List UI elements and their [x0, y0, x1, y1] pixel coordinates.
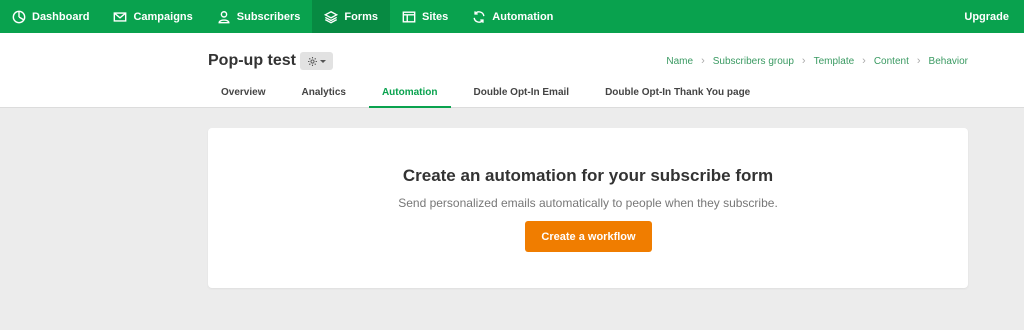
nav-automation[interactable]: Automation	[460, 0, 565, 33]
chevron-right-icon: ›	[801, 55, 806, 67]
nav-sites[interactable]: Sites	[390, 0, 460, 33]
envelope-icon	[114, 11, 127, 22]
nav-dashboard[interactable]: Dashboard	[0, 0, 101, 33]
breadcrumb-template[interactable]: Template	[814, 56, 855, 67]
browser-icon	[402, 10, 416, 23]
chevron-down-icon	[320, 59, 326, 63]
tab-automation[interactable]: Automation	[368, 78, 451, 108]
tab-analytics[interactable]: Analytics	[288, 78, 358, 108]
page-header: Pop-up test Name › Subscribers group › T…	[0, 33, 1024, 108]
dashboard-icon	[12, 10, 26, 23]
nav-label: Campaigns	[133, 10, 193, 23]
page-title: Pop-up test	[208, 52, 296, 69]
nav-label: Dashboard	[32, 10, 90, 23]
tab-double-opt-in-thank-you-page[interactable]: Double Opt-In Thank You page	[592, 78, 763, 108]
nav-campaigns[interactable]: Campaigns	[101, 0, 204, 33]
settings-dropdown-button[interactable]	[300, 52, 333, 70]
tab-double-opt-in-email[interactable]: Double Opt-In Email	[461, 78, 583, 108]
nav-label: Forms	[344, 10, 378, 23]
chevron-right-icon: ›	[862, 55, 866, 67]
empty-state-description: Send personalized emails automatically t…	[398, 196, 778, 210]
chevron-right-icon: ›	[701, 55, 705, 67]
empty-state-title: Create an automation for your subscribe …	[402, 166, 774, 185]
gear-icon	[308, 56, 317, 66]
automation-empty-state-card: Create an automation for your subscribe …	[208, 128, 968, 288]
chevron-right-icon: ›	[916, 55, 921, 67]
top-navigation: Dashboard Campaigns Subscribers Forms Si…	[0, 0, 1024, 33]
tab-overview[interactable]: Overview	[208, 78, 278, 108]
breadcrumb-name[interactable]: Name	[666, 56, 693, 67]
tab-bar: Overview Analytics Automation Double Opt…	[208, 78, 773, 108]
create-workflow-button[interactable]: Create a workflow	[525, 221, 652, 252]
breadcrumb-content[interactable]: Content	[874, 56, 909, 67]
refresh-icon	[473, 10, 485, 23]
breadcrumb-behavior[interactable]: Behavior	[929, 56, 968, 67]
breadcrumb: Name › Subscribers group › Template › Co…	[666, 55, 968, 67]
user-icon	[218, 10, 230, 23]
nav-label: Subscribers	[236, 10, 301, 23]
breadcrumb-subscribers-group[interactable]: Subscribers group	[713, 56, 794, 67]
nav-forms[interactable]: Forms	[312, 0, 390, 33]
layers-icon	[324, 10, 339, 23]
upgrade-link[interactable]: Upgrade	[964, 0, 1009, 33]
nav-subscribers[interactable]: Subscribers	[205, 0, 313, 33]
nav-label: Automation	[492, 10, 554, 23]
nav-label: Sites	[421, 10, 449, 23]
